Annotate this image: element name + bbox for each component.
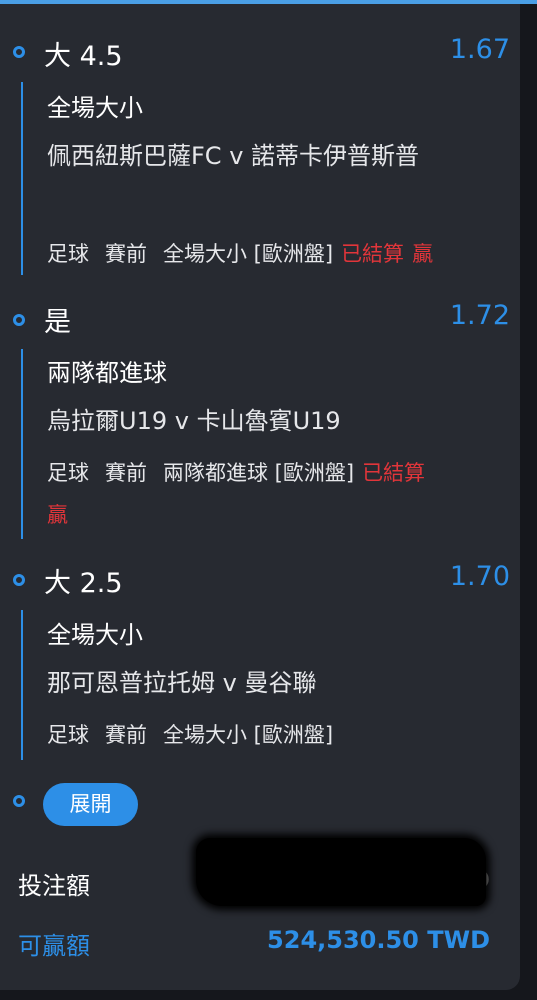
bet-meta: 足球 賽前 全場大小 [歐洲盤] 已結算贏 [47, 233, 512, 275]
odds-value: 1.70 [449, 561, 510, 592]
match-name: 那可恩普拉托姆 v 曼谷聯 [47, 669, 317, 697]
sport-label: 足球 [47, 723, 89, 747]
timeline-line [21, 610, 23, 760]
sport-label: 足球 [47, 461, 89, 485]
status-badge: 已結算 [362, 461, 426, 485]
timeline-line [21, 82, 23, 275]
bet-meta: 足球 賽前 兩隊都進球 [歐洲盤] 已結算贏 [47, 452, 512, 536]
market-name: 全場大小 [47, 94, 143, 122]
match-name: 佩西紐斯巴薩FC v 諾蒂卡伊普斯普 [47, 142, 420, 170]
odds-value: 1.67 [449, 34, 510, 65]
market-name: 兩隊都進球 [47, 359, 167, 387]
expand-button[interactable]: 展開 [43, 783, 138, 826]
payout-label: 可贏額 [18, 932, 90, 960]
market-type-label: 全場大小 [歐洲盤] [163, 723, 334, 747]
result-badge: 贏 [412, 242, 434, 266]
sport-label: 足球 [47, 242, 89, 266]
payout-value: 524,530.50 TWD [267, 926, 490, 954]
timeline-dot-icon [13, 795, 25, 807]
selection-label: 是 [44, 307, 71, 338]
selection-label: 大 4.5 [44, 41, 123, 72]
redaction-mark [196, 838, 486, 906]
status-badge: 已結算 [341, 242, 405, 266]
timeline-dot-icon [13, 574, 25, 586]
market-name: 全場大小 [47, 621, 143, 649]
selection-label: 大 2.5 [44, 568, 123, 599]
odds-value: 1.72 [449, 300, 510, 331]
timeline-line [21, 349, 23, 539]
market-type-label: 全場大小 [歐洲盤] [163, 242, 334, 266]
timeline-dot-icon [13, 314, 25, 326]
bet-meta: 足球 賽前 全場大小 [歐洲盤] [47, 714, 512, 756]
stage-label: 賽前 [105, 723, 147, 747]
stage-label: 賽前 [105, 242, 147, 266]
bet-slip-panel: 大 4.5 1.67 全場大小 佩西紐斯巴薩FC v 諾蒂卡伊普斯普 足球 賽前全… [0, 4, 520, 990]
match-name: 烏拉爾U19 v 卡山魯賓U19 [47, 407, 341, 435]
stake-label: 投注額 [18, 872, 90, 900]
market-type-label: 兩隊都進球 [歐洲盤] [163, 461, 355, 485]
result-badge: 贏 [47, 503, 68, 527]
stage-label: 賽前 [105, 461, 147, 485]
timeline-dot-icon [13, 46, 25, 58]
